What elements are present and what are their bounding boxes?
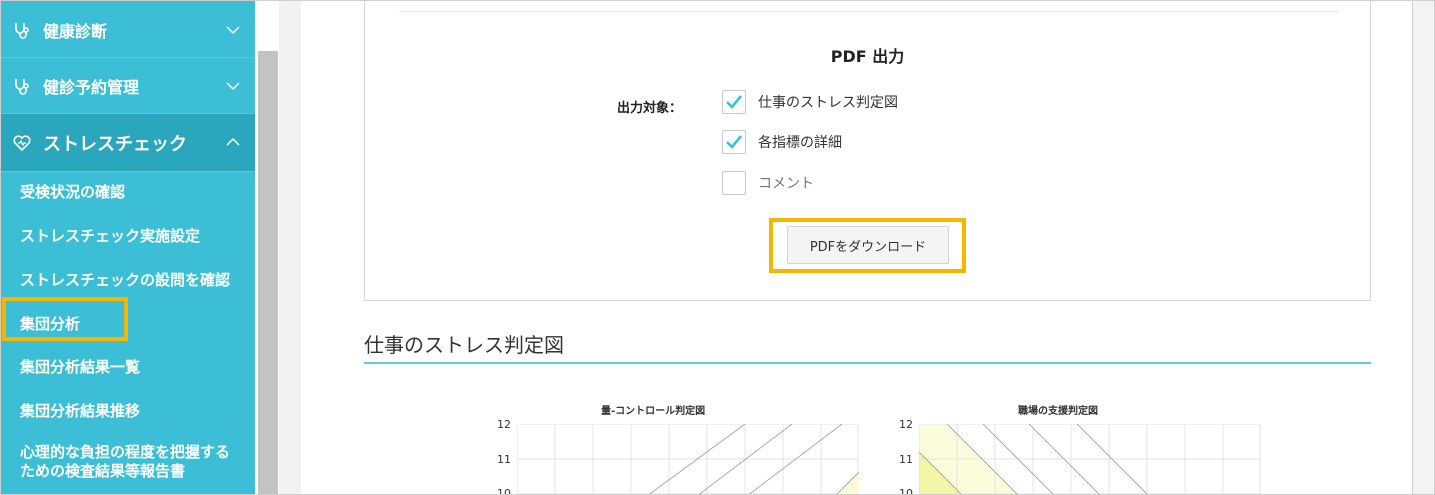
- sidebar-subitem-questions[interactable]: ストレスチェックの設問を確認: [1, 269, 255, 290]
- stethoscope-icon: [11, 75, 33, 97]
- checkbox-unchecked[interactable]: [722, 171, 746, 195]
- page-scrollbar-track[interactable]: [1413, 1, 1434, 494]
- pdf-output-title: PDF 出力: [830, 47, 905, 66]
- sidebar-subitem-analysis-list[interactable]: 集団分析結果一覧: [1, 356, 255, 377]
- sidebar-subitem-report[interactable]: 心理的な負担の程度を把握する ための検査結果等報告書: [1, 443, 255, 481]
- report-line-2: ための検査結果等報告書: [20, 462, 186, 480]
- check-icon: [726, 135, 743, 149]
- y-tick-label: 11: [899, 453, 913, 466]
- chart-title: 職場の支援判定図: [1018, 406, 1098, 417]
- sidebar-subitem-exam-status[interactable]: 受検状況の確認: [1, 181, 255, 202]
- y-tick-label: 12: [899, 418, 913, 431]
- stethoscope-icon: [11, 19, 33, 41]
- chart-plot-quantity-control: [517, 424, 859, 494]
- app-window: 健康診断 健診予約管理 ストレスチェック 受検状況の確認 ストレスチェック実施設…: [0, 0, 1435, 495]
- highlight-box-download: [769, 218, 966, 273]
- check-icon: [726, 95, 743, 109]
- sidebar-item-label: ストレスチェック: [43, 133, 187, 155]
- sidebar-subitem-stress-settings[interactable]: ストレスチェック実施設定: [1, 225, 255, 246]
- section-title: 仕事のストレス判定図: [364, 333, 564, 357]
- chevron-up-icon: [226, 137, 240, 146]
- sidebar-item-label: 健診予約管理: [43, 77, 140, 97]
- option-label: コメント: [758, 176, 814, 192]
- output-target-label: 出力対象：: [617, 101, 683, 116]
- checkbox-checked[interactable]: [722, 130, 746, 154]
- option-indicator-details[interactable]: 各指標の詳細: [722, 130, 842, 154]
- sidebar-subitem-analysis-trend[interactable]: 集団分析結果推移: [1, 400, 255, 421]
- sidebar-scrollbar-thumb[interactable]: [258, 51, 278, 494]
- highlight-box-group-analysis: [2, 297, 128, 341]
- sidebar-item-stress-check[interactable]: ストレスチェック: [1, 114, 255, 172]
- y-tick-label: 10: [899, 487, 913, 495]
- report-line-1: 心理的な負担の程度を把握する: [20, 443, 231, 461]
- chevron-down-icon: [226, 82, 240, 91]
- chart-title: 量-コントロール判定図: [601, 406, 706, 417]
- chart-plot-workplace-support: [919, 424, 1261, 494]
- sidebar-item-health-checkup[interactable]: 健康診断: [1, 2, 255, 58]
- sidebar: 健康診断 健診予約管理 ストレスチェック 受検状況の確認 ストレスチェック実施設…: [1, 1, 255, 494]
- sidebar-item-label: 健康診断: [43, 21, 108, 41]
- heart-icon: [11, 132, 33, 154]
- chevron-down-icon: [226, 26, 240, 35]
- section-underline: [364, 362, 1371, 364]
- option-label: 各指標の詳細: [758, 135, 842, 151]
- y-tick-label: 10: [497, 487, 511, 495]
- y-tick-label: 11: [497, 453, 511, 466]
- option-stress-chart[interactable]: 仕事のストレス判定図: [722, 90, 898, 114]
- option-label: 仕事のストレス判定図: [758, 95, 898, 111]
- checkbox-checked[interactable]: [722, 90, 746, 114]
- option-comment[interactable]: コメント: [722, 171, 814, 195]
- sidebar-item-checkup-reservation[interactable]: 健診予約管理: [1, 58, 255, 114]
- y-tick-label: 12: [497, 418, 511, 431]
